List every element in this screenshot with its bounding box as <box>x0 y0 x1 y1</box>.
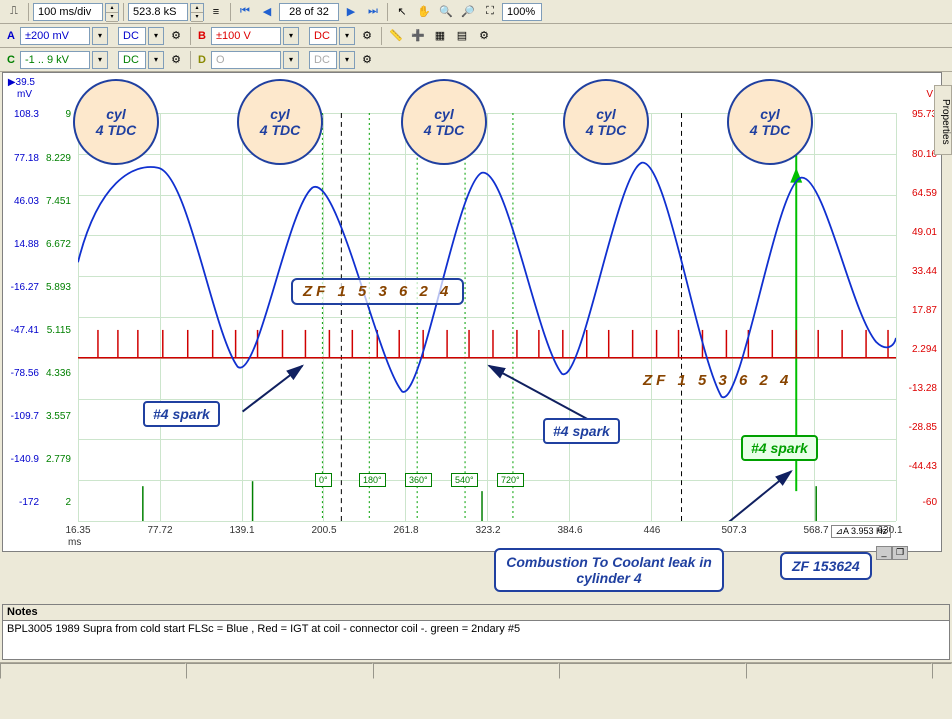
toolbar-channels-ab: A ±200 mV ▾ DC ▾ ⚙ B ±100 V ▾ DC ▾ ⚙ 📏 ➕… <box>0 24 952 48</box>
spark-annotation: #4 spark <box>143 401 220 427</box>
firing-order-annotation: ZF 1 5 3 6 2 4 <box>633 369 802 392</box>
toolbar-channels-cd: C -1 .. 9 kV ▾ DC ▾ ⚙ D O ▾ DC ▾ ⚙ <box>0 48 952 72</box>
timebase-spinner[interactable]: ▴▾ <box>105 3 119 21</box>
channel-c-coupling[interactable]: DC <box>118 51 146 69</box>
last-page-icon[interactable]: ⏭ <box>363 2 383 22</box>
restore-icon[interactable]: ❐ <box>892 546 908 560</box>
channel-b-label: B <box>195 30 209 42</box>
first-page-icon[interactable]: ⏮ <box>235 2 255 22</box>
status-bar <box>0 662 952 680</box>
prev-page-icon[interactable]: ◀ <box>257 2 277 22</box>
minimize-icon[interactable]: _ <box>876 546 892 560</box>
channel-a-options[interactable]: ⚙ <box>166 26 186 46</box>
channel-d-range-dd[interactable]: ▾ <box>283 51 299 69</box>
tdc-annotation: cyl4 TDC <box>73 79 159 165</box>
zoom-out-icon[interactable]: 🔎 <box>458 2 478 22</box>
channel-c-options[interactable]: ⚙ <box>166 50 186 70</box>
ruler-icon[interactable]: 📏 <box>386 26 406 46</box>
cursor-180[interactable]: 180° <box>359 473 386 487</box>
channel-c-range-dd[interactable]: ▾ <box>92 51 108 69</box>
channel-c-range[interactable]: -1 .. 9 kV <box>20 51 90 69</box>
channel-a-coupling-dd[interactable]: ▾ <box>148 27 164 45</box>
zoom-input[interactable]: 100% <box>502 3 542 21</box>
notes-window-buttons: _ ❐ <box>876 546 908 560</box>
channel-d-coupling-dd[interactable]: ▾ <box>339 51 355 69</box>
samples-input[interactable]: 523.8 kS <box>128 3 188 21</box>
timebase-input[interactable]: 100 ms/div <box>33 3 103 21</box>
cursor-360[interactable]: 360° <box>405 473 432 487</box>
channel-d-range[interactable]: O <box>211 51 281 69</box>
channel-d-coupling[interactable]: DC <box>309 51 337 69</box>
channel-b-range-dd[interactable]: ▾ <box>283 27 299 45</box>
settings-icon[interactable]: ⚙ <box>474 26 494 46</box>
channel-a-coupling[interactable]: DC <box>118 27 146 45</box>
properties-tab[interactable]: Properties <box>934 85 952 155</box>
channel-a-label: A <box>4 30 18 42</box>
channel-d-options[interactable]: ⚙ <box>357 50 377 70</box>
channel-a-range[interactable]: ±200 mV <box>20 27 90 45</box>
pointer-tool-icon[interactable]: ↖ <box>392 2 412 22</box>
add-view-icon[interactable]: ➕ <box>408 26 428 46</box>
tdc-annotation: cyl4 TDC <box>237 79 323 165</box>
notes-textarea[interactable]: BPL3005 1989 Supra from cold start FLSc … <box>2 620 950 660</box>
samples-menu[interactable]: ≡ <box>206 2 226 22</box>
zoom-fit-icon[interactable]: ⛶ <box>480 2 500 22</box>
cursor-720[interactable]: 720° <box>497 473 524 487</box>
channel-c-coupling-dd[interactable]: ▾ <box>148 51 164 69</box>
next-page-icon[interactable]: ▶ <box>341 2 361 22</box>
firing-order-annotation: ZF 1 5 3 6 2 4 <box>291 278 464 305</box>
channel-a-range-dd[interactable]: ▾ <box>92 27 108 45</box>
combustion-annotation: Combustion To Coolant leak in cylinder 4 <box>494 548 724 592</box>
cursor-0[interactable]: 0° <box>315 473 332 487</box>
tdc-annotation: cyl4 TDC <box>727 79 813 165</box>
zf-id-annotation: ZF 153624 <box>780 552 872 580</box>
tdc-annotation: cyl4 TDC <box>401 79 487 165</box>
channel-b-coupling[interactable]: DC <box>309 27 337 45</box>
channel-b-range[interactable]: ±100 V <box>211 27 281 45</box>
toolbar-acquisition: ⎍ 100 ms/div ▴▾ 523.8 kS ▴▾ ≡ ⏮ ◀ 28 of … <box>0 0 952 24</box>
channel-b-coupling-dd[interactable]: ▾ <box>339 27 355 45</box>
scope-view[interactable]: ▶39.5 mV V <box>2 72 942 552</box>
channel-b-options[interactable]: ⚙ <box>357 26 377 46</box>
grid-icon[interactable]: ▤ <box>452 26 472 46</box>
layout-icon[interactable]: ▦ <box>430 26 450 46</box>
spark-annotation-green: #4 spark <box>741 435 818 461</box>
channel-d-label: D <box>195 54 209 66</box>
tdc-annotation: cyl4 TDC <box>563 79 649 165</box>
hand-tool-icon[interactable]: ✋ <box>414 2 434 22</box>
cursor-540[interactable]: 540° <box>451 473 478 487</box>
trigger-icon[interactable]: ⎍ <box>4 2 24 22</box>
spark-annotation: #4 spark <box>543 418 620 444</box>
channel-c-label: C <box>4 54 18 66</box>
zoom-in-icon[interactable]: 🔍 <box>436 2 456 22</box>
notes-header: Notes <box>2 604 950 620</box>
samples-spinner[interactable]: ▴▾ <box>190 3 204 21</box>
page-indicator[interactable]: 28 of 32 <box>279 3 339 21</box>
